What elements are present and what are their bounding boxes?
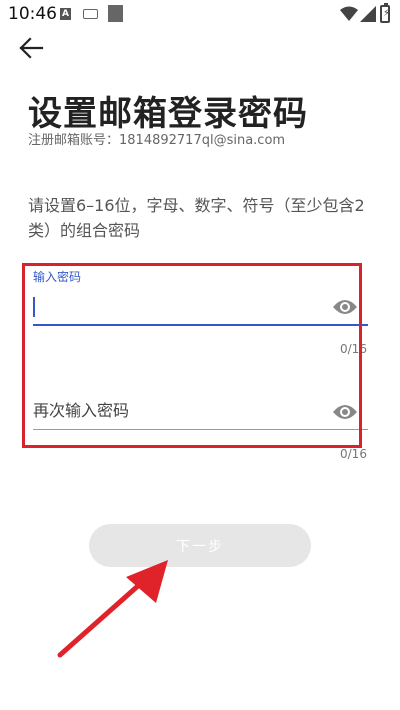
signal-icon <box>360 6 376 22</box>
square-icon <box>108 5 123 22</box>
annotation-arrow-icon <box>57 560 168 658</box>
email-account-line: 注册邮箱账号：1814892717ql@sina.com <box>28 129 285 148</box>
wifi-icon <box>340 6 358 21</box>
annotation-highlight-box <box>22 263 362 448</box>
a-icon: A <box>60 8 71 20</box>
email-value: 1814892717ql@sina.com <box>119 133 286 148</box>
confirm-counter: 0/16 <box>340 447 367 461</box>
battery-icon: ⚡ <box>380 3 390 23</box>
keyboard-icon <box>83 9 98 19</box>
arrow-left-icon[interactable] <box>18 37 46 59</box>
password-hint: 请设置6–16位，字母、数字、符号（至少包含2类）的组合密码 <box>28 196 365 240</box>
page-title: 设置邮箱登录密码 <box>28 94 308 134</box>
status-bar: 10:46 A ⚡ <box>0 0 400 30</box>
status-time: 10:46 <box>8 4 57 24</box>
email-label: 注册邮箱账号： <box>28 133 120 148</box>
